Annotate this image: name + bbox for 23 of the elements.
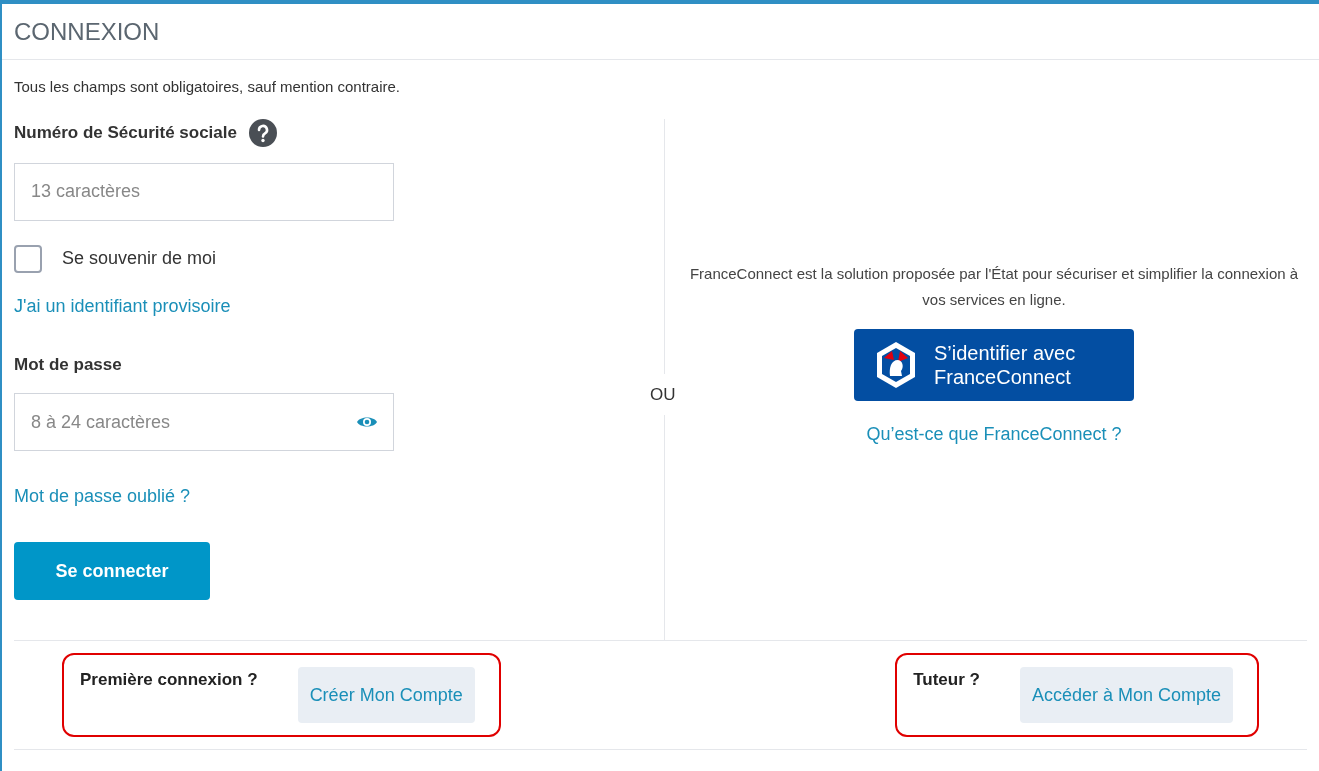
field-label: Numéro de Sécurité sociale [14, 121, 237, 144]
account-button[interactable]: Créer Mon Compte [297, 667, 475, 723]
button-text: FranceConnect [934, 364, 1071, 389]
separator-label: OU [650, 373, 676, 415]
checkbox-label: Se souvenir de moi [62, 247, 217, 270]
forgot-password-link[interactable]: Mot de passe oublié ? [14, 483, 191, 510]
login-button[interactable]: Se connecter [14, 542, 210, 600]
remember-checkbox[interactable] [14, 244, 42, 273]
footer-label: Tuteur ? [913, 669, 980, 691]
franceconnect-info-link[interactable]: Qu’est-ce que FranceConnect ? [866, 420, 1122, 448]
franceconnect-description: FranceConnect est la solution proposée par l'État pour sécuriser et simplifier la connexion à vos services en ligne. [688, 263, 1300, 310]
help-icon[interactable] [249, 118, 277, 147]
account-button[interactable]: Accéder à Mon Compte [1019, 667, 1233, 723]
button-text: S’identifier avec [934, 340, 1076, 365]
temporary-id-link[interactable]: J'ai un identifiant provisoire [14, 292, 231, 320]
password-input[interactable]: 8 à 24 caractères [14, 393, 394, 451]
field-label: Mot de passe [14, 353, 122, 376]
franceconnect-logo-icon [874, 339, 918, 390]
page-title: CONNEXION [14, 16, 160, 47]
franceconnect-button[interactable]: S’identifier avec FranceConnect [854, 328, 1134, 401]
required-fields-note: Tous les champs sont obligatoires, sauf mention contraire. [14, 77, 402, 97]
footer-label: Première connexion ? [80, 669, 258, 691]
social-security-input[interactable]: 13 caractères [14, 162, 394, 221]
